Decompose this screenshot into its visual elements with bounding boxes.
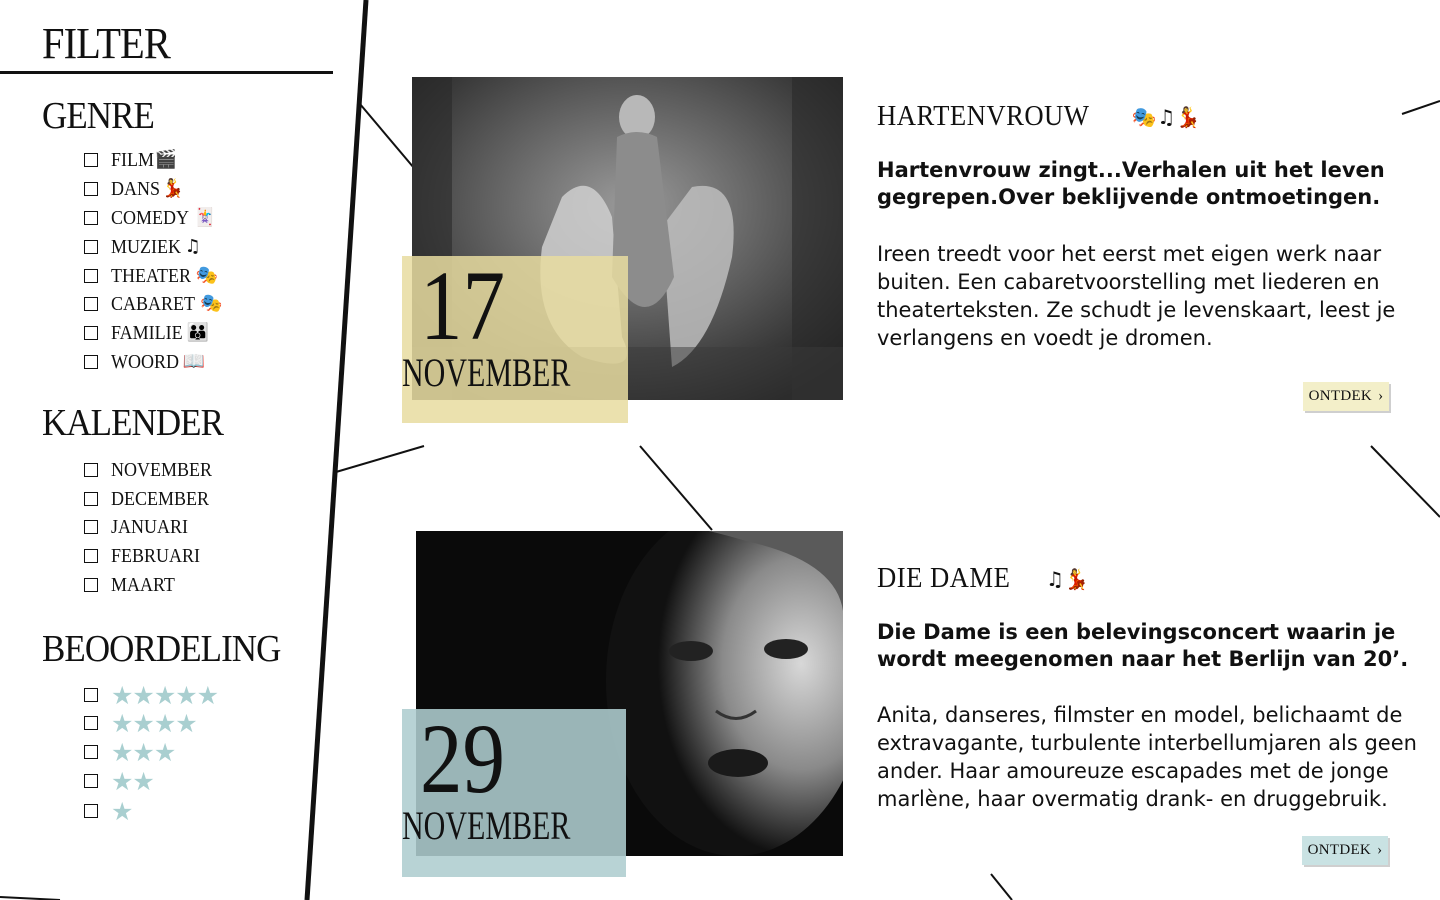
genre-label: THEATER (111, 264, 192, 287)
event-lead: Die Dame is een belevingsconcert waarin … (877, 620, 1409, 671)
event-title[interactable]: DIE DAME (877, 562, 1010, 595)
event-month: NOVEMBER (402, 350, 571, 395)
ontdek-button[interactable]: ONTDEK › (1302, 836, 1388, 865)
checkbox[interactable] (84, 688, 98, 702)
checkbox[interactable] (84, 745, 98, 759)
kalender-label: FEBRUARI (111, 544, 201, 567)
genre-label: FAMILIE (111, 321, 183, 344)
checkbox[interactable] (84, 211, 98, 225)
kalender-option-november[interactable]: NOVEMBER (84, 458, 223, 482)
beoordeling-title: BEOORDELING (42, 628, 281, 670)
star-rating-icon: ★ (111, 796, 133, 826)
genre-option-theater[interactable]: THEATER 🎭 (84, 264, 218, 288)
music-note-icon: ♫ (184, 236, 201, 257)
event-day: 17 (420, 256, 505, 361)
filter-title: FILTER (42, 19, 171, 68)
kalender-option-maart[interactable]: MAART (84, 573, 182, 597)
checkbox[interactable] (84, 269, 98, 283)
event-description: Anita, danseres, filmster en model, beli… (877, 703, 1417, 811)
genre-option-cabaret[interactable]: CABARET 🎭 (84, 292, 223, 316)
checkbox[interactable] (84, 463, 98, 477)
kalender-title: KALENDER (42, 402, 224, 444)
checkbox[interactable] (84, 549, 98, 563)
kalender-label: JANUARI (111, 515, 189, 538)
genre-title: GENRE (42, 95, 155, 137)
genre-label: FILM (111, 148, 155, 171)
genre-option-film[interactable]: FILM 🎬 (84, 148, 177, 172)
rating-option-1[interactable]: ★ (84, 796, 133, 826)
checkbox[interactable] (84, 492, 98, 506)
genre-label: CABARET (111, 292, 196, 315)
checkbox[interactable] (84, 716, 98, 730)
dancer-icon: 💃 (161, 178, 184, 199)
checkbox[interactable] (84, 153, 98, 167)
film-clapper-icon: 🎬 (154, 149, 178, 170)
chevron-right-icon: › (1378, 388, 1384, 404)
jester-icon: 🃏 (193, 207, 217, 228)
filter-divider (0, 71, 333, 74)
star-rating-icon: ★★★★★ (111, 680, 219, 710)
rating-option-5[interactable]: ★★★★★ (84, 680, 219, 710)
checkbox[interactable] (84, 326, 98, 340)
event-date-badge: 17 NOVEMBER (402, 256, 628, 423)
chevron-right-icon: › (1377, 842, 1383, 858)
event-title-row: DIE DAME ♫💃 (877, 562, 1090, 595)
checkbox[interactable] (84, 804, 98, 818)
kalender-label: DECEMBER (111, 487, 210, 510)
event-genre-icons: ♫💃 (1045, 566, 1090, 591)
stage-curtain-icon: 🎭 (195, 265, 219, 286)
genre-label: DANS (111, 177, 161, 200)
genre-label: MUZIEK (111, 235, 181, 258)
event-day: 29 (420, 709, 505, 814)
kalender-label: MAART (111, 573, 175, 596)
ontdek-label: ONTDEK (1307, 842, 1372, 858)
event-title[interactable]: HARTENVROUW (877, 100, 1089, 133)
genre-option-familie[interactable]: FAMILIE 👪 (84, 321, 209, 345)
genre-label: WOORD (111, 350, 179, 373)
ontdek-button[interactable]: ONTDEK › (1303, 382, 1389, 411)
kalender-option-december[interactable]: DECEMBER (84, 487, 220, 511)
theater-masks-icon: 🎭 (200, 293, 223, 314)
event-month: NOVEMBER (402, 803, 571, 848)
checkbox[interactable] (84, 578, 98, 592)
genre-option-comedy[interactable]: COMEDY 🃏 (84, 206, 216, 230)
event-date-badge: 29 NOVEMBER (402, 709, 626, 877)
open-book-icon: 📖 (182, 351, 205, 372)
checkbox[interactable] (84, 297, 98, 311)
genre-option-muziek[interactable]: MUZIEK ♫ (84, 235, 201, 259)
kalender-option-januari[interactable]: JANUARI (84, 515, 197, 539)
rating-option-4[interactable]: ★★★★ (84, 708, 198, 738)
checkbox[interactable] (84, 520, 98, 534)
checkbox[interactable] (84, 355, 98, 369)
genre-option-woord[interactable]: WOORD 📖 (84, 350, 205, 374)
event-title-row: HARTENVROUW 🎭♫💃 (877, 100, 1201, 133)
genre-option-dans[interactable]: DANS 💃 (84, 177, 184, 201)
checkbox[interactable] (84, 182, 98, 196)
family-icon: 👪 (186, 322, 210, 343)
event-genre-icons: 🎭♫💃 (1131, 104, 1202, 129)
checkbox[interactable] (84, 240, 98, 254)
genre-label: COMEDY (111, 206, 190, 229)
star-rating-icon: ★★★★ (111, 708, 198, 738)
checkbox[interactable] (84, 774, 98, 788)
star-rating-icon: ★★ (111, 766, 155, 796)
rating-option-2[interactable]: ★★ (84, 766, 155, 796)
event-lead: Hartenvrouw zingt...Verhalen uit het lev… (877, 158, 1385, 209)
star-rating-icon: ★★★ (111, 737, 176, 767)
kalender-option-februari[interactable]: FEBRUARI (84, 544, 210, 568)
ontdek-label: ONTDEK (1308, 388, 1373, 404)
kalender-label: NOVEMBER (111, 458, 213, 481)
event-description: Ireen treedt voor het eerst met eigen we… (877, 242, 1396, 350)
rating-option-3[interactable]: ★★★ (84, 737, 176, 767)
